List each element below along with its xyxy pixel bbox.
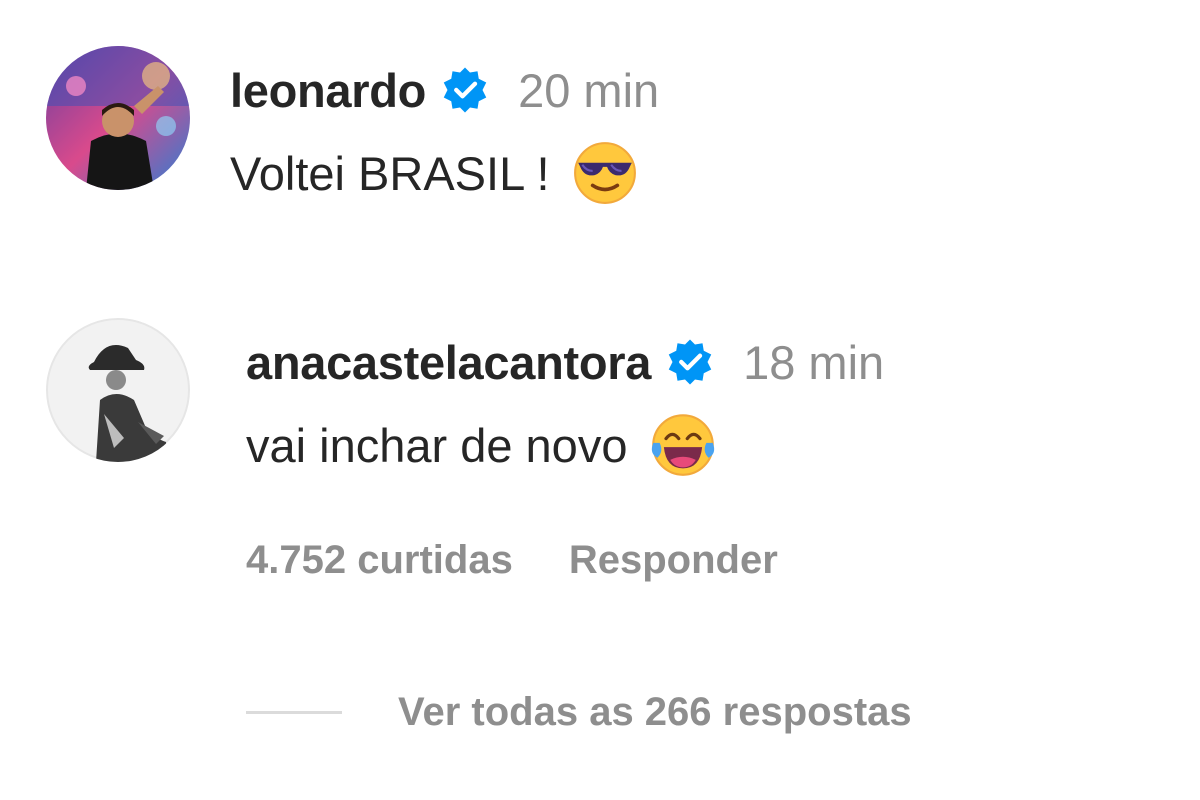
- comment-timestamp: 20 min: [518, 63, 660, 117]
- comment-text: vai inchar de novo: [246, 418, 628, 472]
- view-replies-button[interactable]: Ver todas as 266 respostas: [246, 686, 912, 738]
- comments-section: leonardo 20 min Voltei BRASIL ! anacaste…: [0, 0, 1200, 800]
- smiling-face-with-sunglasses-icon: [572, 140, 638, 206]
- face-with-tears-of-joy-icon: [649, 411, 717, 479]
- verified-badge-icon: [665, 337, 715, 387]
- username[interactable]: anacastelacantora: [246, 335, 651, 390]
- avatar[interactable]: [46, 318, 190, 462]
- verified-badge-icon: [440, 65, 490, 115]
- comment-timestamp: 18 min: [743, 335, 885, 389]
- comment-text: Voltei BRASIL !: [230, 146, 550, 200]
- divider: [246, 710, 342, 714]
- view-replies-label: Ver todas as 266 respostas: [398, 689, 912, 734]
- likes-count[interactable]: 4.752 curtidas: [246, 538, 513, 583]
- username[interactable]: leonardo: [230, 63, 426, 118]
- reply-button[interactable]: Responder: [569, 538, 778, 583]
- avatar[interactable]: [46, 46, 190, 190]
